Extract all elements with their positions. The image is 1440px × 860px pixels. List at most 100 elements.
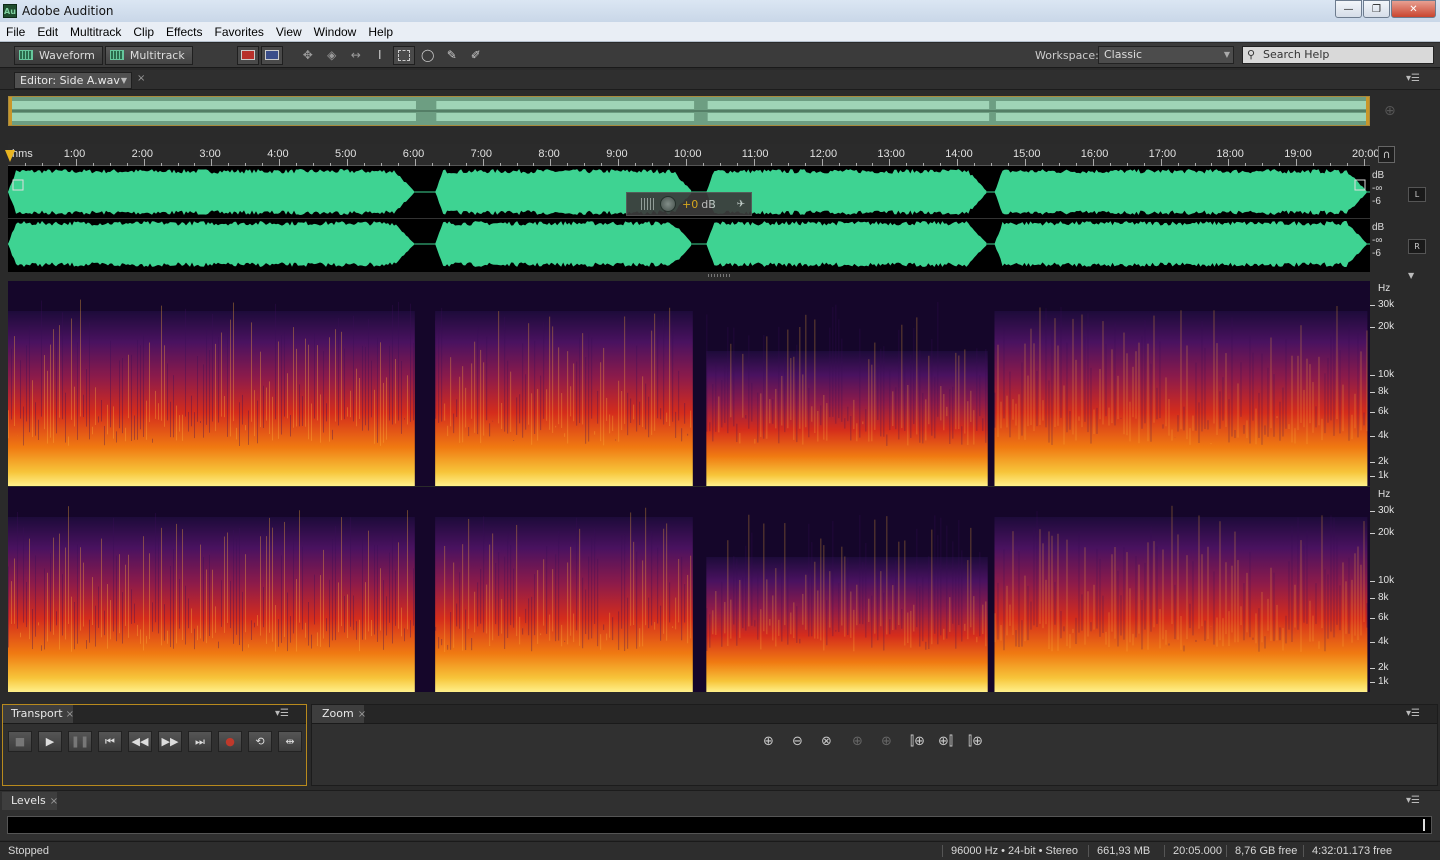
spectrogram-streak (940, 517, 942, 636)
spectral-display-button[interactable] (236, 45, 259, 65)
close-icon[interactable]: × (358, 709, 366, 720)
go-to-start-button[interactable]: ⏮ (98, 731, 122, 752)
rewind-button[interactable]: ◀◀ (128, 731, 152, 752)
spectrogram-streak (14, 558, 15, 624)
panel-menu-icon[interactable]: ▾☰ (1406, 795, 1420, 806)
maximize-button[interactable]: ❐ (1363, 0, 1390, 18)
spectrogram-streak (1342, 562, 1344, 647)
panel-menu-icon[interactable]: ▾☰ (1406, 73, 1420, 84)
panel-menu-icon[interactable]: ▾☰ (275, 708, 289, 719)
menu-file[interactable]: File (0, 25, 31, 39)
zoom-in-left-icon[interactable]: ⫿⊕ (910, 734, 925, 749)
close-icon[interactable]: × (137, 73, 145, 84)
waveform-view-button[interactable]: Waveform (14, 45, 103, 65)
menu-help[interactable]: Help (362, 25, 399, 39)
spectrogram-left[interactable] (8, 281, 1370, 486)
waveform-display[interactable] (8, 166, 1370, 272)
transport-tab[interactable]: Transport × (3, 705, 74, 723)
pin-icon[interactable]: ✈ (737, 199, 745, 210)
close-icon[interactable]: × (66, 709, 74, 720)
play-button[interactable]: ▶ (38, 731, 62, 752)
razor-tool-button[interactable]: ◈ (321, 46, 343, 65)
headphones-icon[interactable]: ∩ (1378, 146, 1395, 163)
spectrogram-streak (287, 592, 288, 652)
frequency-scale-right: Hz 30k 20k 10k 8k 6k 4k 2k 1k (1370, 487, 1410, 692)
spectrogram-streak (591, 337, 593, 419)
overview-handle-left[interactable] (9, 97, 12, 125)
spectrogram-streak (516, 397, 518, 435)
zoom-selection-both-icon[interactable]: ⫿⊕ (968, 734, 983, 749)
menu-view[interactable]: View (270, 25, 308, 39)
pause-button[interactable]: ❚❚ (68, 731, 92, 752)
spectrogram-streak (489, 423, 491, 437)
playhead-marker[interactable] (5, 150, 15, 162)
zoom-out-full-icon[interactable]: ⊗ (821, 734, 832, 749)
go-to-end-button[interactable]: ⏭ (188, 731, 212, 752)
editor-tab[interactable]: Editor: Side A.wav ▼ (14, 72, 132, 89)
fast-forward-button[interactable]: ▶▶ (158, 731, 182, 752)
spectrogram-streak (838, 583, 840, 633)
spectrogram-streak (462, 366, 464, 443)
minimize-button[interactable]: — (1335, 0, 1362, 18)
move-tool-button[interactable]: ✥ (297, 46, 319, 65)
record-button[interactable]: ● (218, 731, 242, 752)
stop-button[interactable]: ■ (8, 731, 32, 752)
menu-effects[interactable]: Effects (160, 25, 208, 39)
time-selection-button[interactable]: I (369, 46, 391, 65)
paintbrush-selection-button[interactable]: ✎ (441, 46, 463, 65)
zoom-selection-icon[interactable]: ⊕ (881, 734, 892, 749)
spectral-display-icon (240, 50, 255, 60)
lasso-selection-button[interactable]: ◯ (417, 46, 439, 65)
overview-handle-right[interactable] (1366, 97, 1369, 125)
menu-clip[interactable]: Clip (127, 25, 160, 39)
chevron-down-icon[interactable]: ▼ (121, 73, 127, 88)
chevron-down-icon[interactable]: ▼ (1408, 271, 1414, 280)
spectrogram-streak (712, 610, 714, 635)
spectral-pitch-button[interactable] (260, 45, 283, 65)
spectrogram-streak (931, 529, 933, 645)
levels-tab[interactable]: Levels × (2, 792, 58, 810)
zoom-out-amplitude-icon[interactable]: ⊖ (792, 734, 803, 749)
spectrogram-streak (191, 395, 192, 427)
spot-healing-button[interactable]: ✐ (465, 46, 487, 65)
overview-bar[interactable] (8, 96, 1370, 126)
spectrogram-streak (1162, 424, 1164, 429)
spectrogram-streak (1261, 353, 1263, 445)
spectrogram-streak (269, 381, 270, 435)
channel-left-toggle[interactable]: L (1408, 187, 1426, 202)
spectrogram-streak (1231, 565, 1233, 633)
panel-menu-icon[interactable]: ▾☰ (1406, 708, 1420, 719)
menu-window[interactable]: Window (308, 25, 363, 39)
ruler-time-label: 4:00 (267, 148, 289, 160)
zoom-in-amplitude-icon[interactable]: ⊕ (763, 734, 774, 749)
menu-edit[interactable]: Edit (31, 25, 64, 39)
zoom-in-right-icon[interactable]: ⊕⫿ (938, 734, 953, 749)
spectrogram-streak (1288, 424, 1290, 430)
multitrack-view-button[interactable]: Multitrack (104, 45, 193, 65)
spectrogram-streak (474, 341, 476, 433)
spectrogram-streak (982, 604, 984, 635)
spectrogram-streak (317, 345, 318, 421)
timeline-ruler[interactable]: hms 1:00 2:00 3:00 4:00 5:00 6:00 7:00 8:00 9:00… (8, 144, 1380, 166)
search-help-input[interactable]: ⚲ Search Help (1242, 46, 1434, 64)
display-divider[interactable] (8, 272, 1370, 280)
slip-tool-button[interactable]: ↔ (345, 46, 367, 65)
channel-right-toggle[interactable]: R (1408, 239, 1426, 254)
volume-hud[interactable]: +0 dB ✈ (626, 192, 752, 216)
loop-button[interactable]: ⟲ (248, 731, 272, 752)
spectrogram-right[interactable] (8, 487, 1370, 692)
spectrogram-streak (612, 415, 614, 432)
zoom-tab[interactable]: Zoom × (312, 705, 366, 723)
marquee-selection-button[interactable] (392, 45, 415, 65)
workspace-select[interactable]: Classic ▼ (1098, 46, 1234, 64)
menu-favorites[interactable]: Favorites (209, 25, 270, 39)
divider-grip[interactable] (708, 274, 732, 277)
close-icon[interactable]: × (50, 796, 58, 807)
volume-knob[interactable] (660, 196, 676, 212)
skip-selection-button[interactable]: ⇹ (278, 731, 302, 752)
close-window-button[interactable]: ✕ (1391, 0, 1436, 18)
menu-multitrack[interactable]: Multitrack (64, 25, 127, 39)
frequency-label: 4k (1378, 636, 1389, 647)
spectrogram-streak (621, 535, 623, 629)
zoom-in-point-icon[interactable]: ⊕ (852, 734, 863, 749)
